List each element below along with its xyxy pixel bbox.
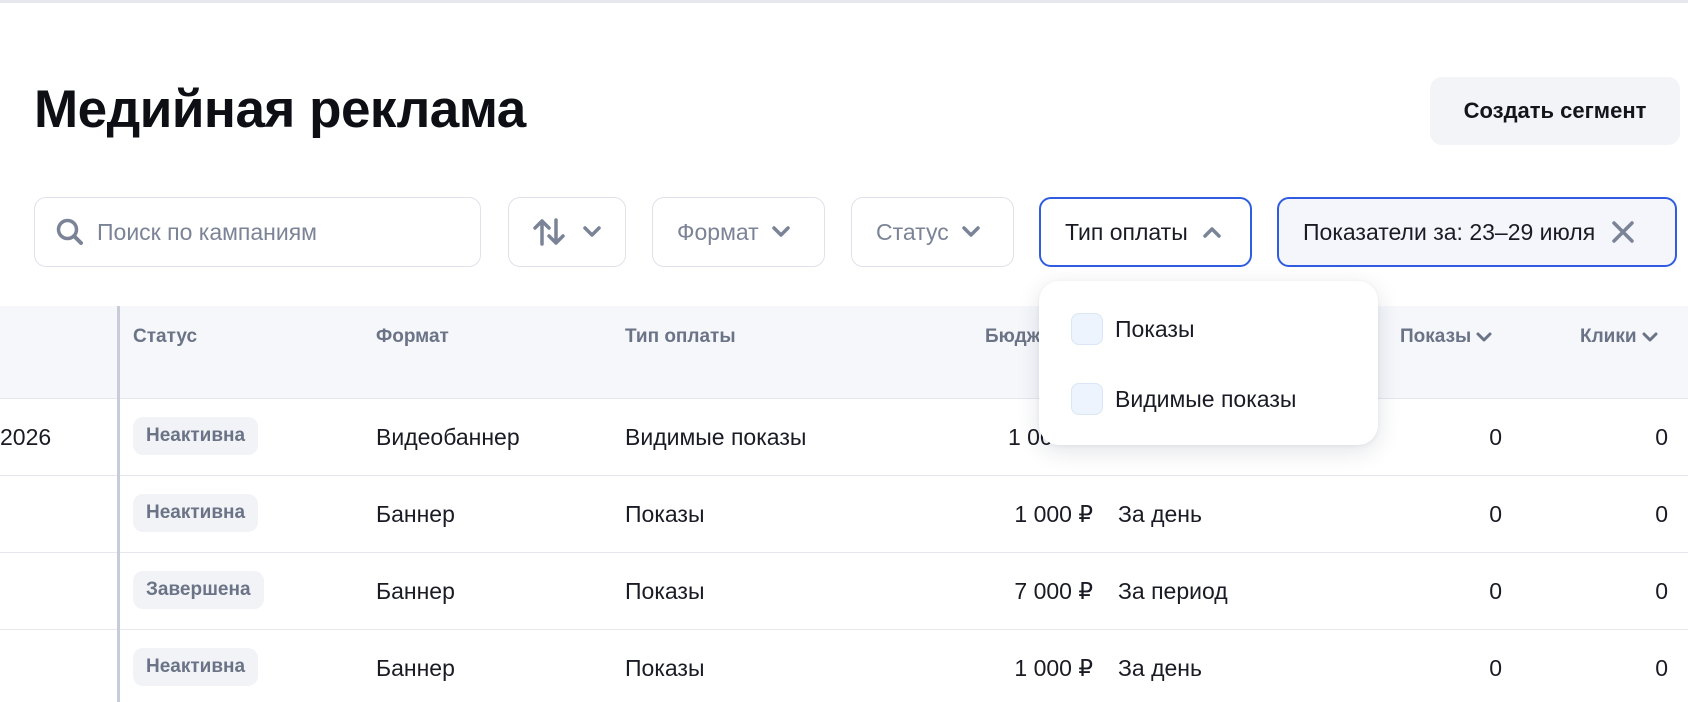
option-label: Показы xyxy=(1115,315,1195,342)
payment-cell: Показы xyxy=(625,501,705,527)
status-filter-label: Статус xyxy=(876,218,949,245)
clicks-cell: 0 xyxy=(1655,424,1668,450)
page-title: Медийная реклама xyxy=(34,80,526,139)
search-icon xyxy=(56,218,83,245)
top-border xyxy=(0,0,1688,3)
sort-arrows-icon xyxy=(533,218,565,246)
column-header-status[interactable]: Статус xyxy=(133,326,197,348)
status-badge: Неактивна xyxy=(133,494,259,532)
campaign-date-cell: 2026 xyxy=(0,424,52,450)
format-filter-label: Формат xyxy=(677,218,759,245)
payment-cell: Показы xyxy=(625,655,705,681)
table-row[interactable]: 2026 Неактивна Видеобаннер Видимые показ… xyxy=(0,399,1688,476)
budget-type-cell: За день xyxy=(1118,501,1202,527)
budget-cell: 7 000 ₽ xyxy=(1014,578,1093,604)
impressions-cell: 0 xyxy=(1489,424,1502,450)
payment-cell: Показы xyxy=(625,578,705,604)
chevron-down-icon xyxy=(771,226,790,237)
payment-type-filter[interactable]: Тип оплаты xyxy=(1039,197,1252,267)
impressions-cell: 0 xyxy=(1489,501,1502,527)
budget-type-cell: За период xyxy=(1118,578,1228,604)
chevron-down-icon xyxy=(1642,332,1658,342)
chevron-down-icon xyxy=(583,226,601,237)
dropdown-option-impressions[interactable]: Показы xyxy=(1071,313,1195,345)
checkbox[interactable] xyxy=(1071,313,1103,345)
clicks-header-label: Клики xyxy=(1580,326,1637,347)
payment-type-dropdown: Показы Видимые показы xyxy=(1039,281,1378,445)
chevron-down-icon xyxy=(961,226,980,237)
column-header-impressions[interactable]: Показы xyxy=(1400,326,1493,348)
close-icon[interactable] xyxy=(1611,220,1635,244)
format-cell: Видеобаннер xyxy=(376,424,520,450)
status-badge: Неактивна xyxy=(133,417,259,455)
table-row[interactable]: Неактивна Баннер Показы 1 000 ₽ За день … xyxy=(0,476,1688,553)
format-cell: Баннер xyxy=(376,655,455,681)
clicks-cell: 0 xyxy=(1655,501,1668,527)
clicks-cell: 0 xyxy=(1655,578,1668,604)
column-header-clicks[interactable]: Клики xyxy=(1580,326,1659,348)
column-divider[interactable] xyxy=(117,306,120,702)
impressions-header-label: Показы xyxy=(1400,326,1472,347)
budget-cell: 1 000 ₽ xyxy=(1014,655,1093,681)
table-header xyxy=(0,306,1688,399)
status-filter[interactable]: Статус xyxy=(851,197,1014,267)
period-filter-label: Показатели за: 23–29 июля xyxy=(1303,218,1596,245)
sort-button[interactable] xyxy=(508,197,626,267)
format-cell: Баннер xyxy=(376,578,455,604)
column-header-format[interactable]: Формат xyxy=(376,326,449,348)
dropdown-option-visible-impressions[interactable]: Видимые показы xyxy=(1071,383,1296,415)
format-cell: Баннер xyxy=(376,501,455,527)
payment-cell: Видимые показы xyxy=(625,424,807,450)
payment-filter-label: Тип оплаты xyxy=(1065,218,1188,245)
format-filter[interactable]: Формат xyxy=(652,197,825,267)
status-badge: Завершена xyxy=(133,571,264,609)
clicks-cell: 0 xyxy=(1655,655,1668,681)
budget-type-cell: За день xyxy=(1118,655,1202,681)
column-header-budget[interactable]: Бюдж xyxy=(985,326,1040,348)
chevron-up-icon xyxy=(1203,227,1221,238)
impressions-cell: 0 xyxy=(1489,655,1502,681)
status-badge: Неактивна xyxy=(133,648,259,686)
search-input[interactable]: Поиск по кампаниям xyxy=(34,197,481,267)
create-segment-button[interactable]: Создать сегмент xyxy=(1430,77,1680,145)
search-placeholder: Поиск по кампаниям xyxy=(97,218,317,245)
checkbox[interactable] xyxy=(1071,383,1103,415)
period-filter[interactable]: Показатели за: 23–29 июля xyxy=(1277,197,1677,267)
option-label: Видимые показы xyxy=(1115,385,1297,412)
table-row[interactable]: Неактивна Баннер Показы 1 000 ₽ За день … xyxy=(0,630,1688,702)
column-header-payment[interactable]: Тип оплаты xyxy=(625,326,736,348)
budget-cell: 1 000 ₽ xyxy=(1014,501,1093,527)
chevron-down-icon xyxy=(1476,332,1492,342)
table-row[interactable]: Завершена Баннер Показы 7 000 ₽ За перио… xyxy=(0,553,1688,630)
impressions-cell: 0 xyxy=(1489,578,1502,604)
